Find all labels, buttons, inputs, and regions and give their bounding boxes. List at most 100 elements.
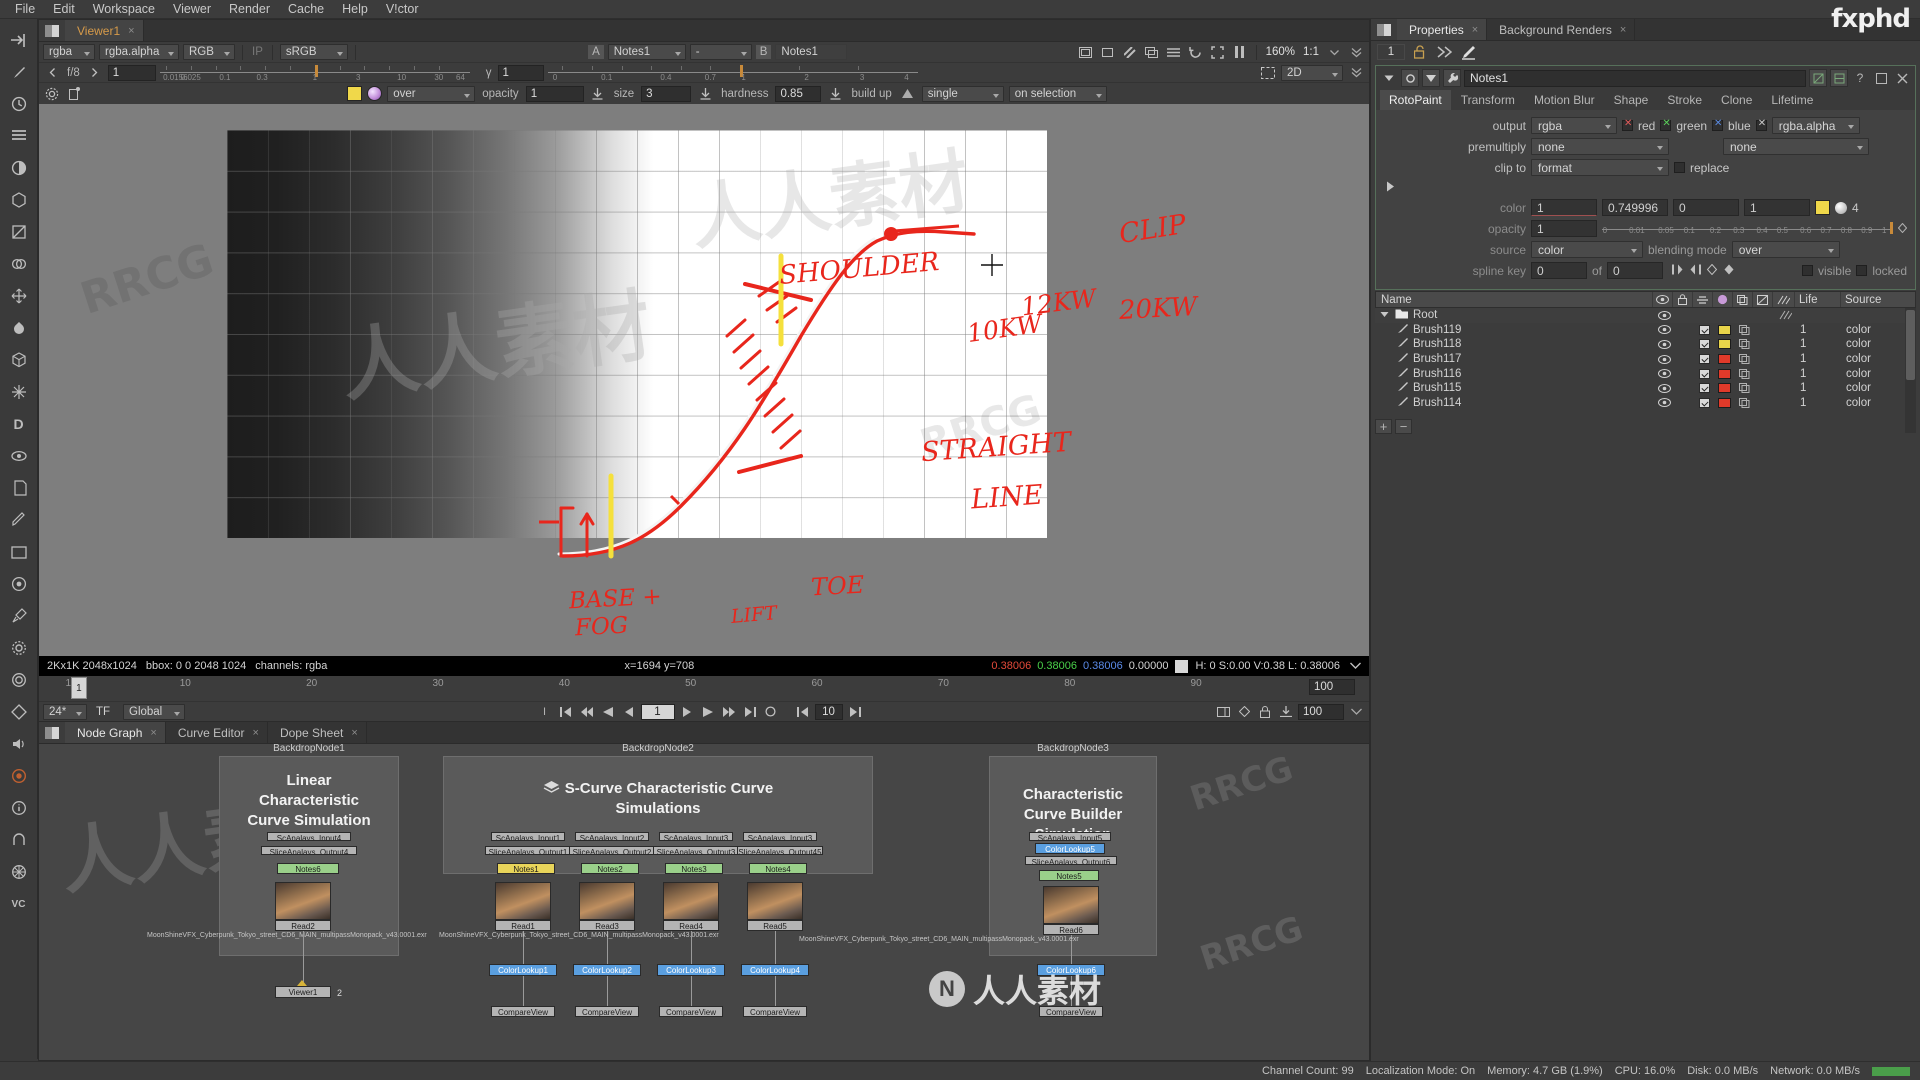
node-name-field[interactable]: Notes1: [1464, 69, 1806, 87]
row-lock[interactable]: [1674, 366, 1694, 381]
checkerboard-icon[interactable]: [1121, 43, 1139, 61]
gain-slider[interactable]: 0.0156 0.025 0.1 0.3 1 3 10 30 64: [159, 64, 470, 82]
key-prev-icon[interactable]: [1672, 264, 1684, 278]
alpha-checkbox[interactable]: [1755, 118, 1767, 131]
table-row[interactable]: Root: [1375, 308, 1916, 323]
cara-icon[interactable]: [6, 667, 32, 693]
node-read6[interactable]: Read6: [1043, 924, 1099, 935]
timeline-ruler[interactable]: 1 10 20 30 40 50 60 70 80 90 100 1 100: [39, 676, 1369, 702]
row-feather[interactable]: [1774, 323, 1796, 338]
node-read3[interactable]: Read3: [579, 920, 635, 931]
row-mb-checkbox[interactable]: [1698, 354, 1710, 365]
key-add-icon[interactable]: [1706, 263, 1718, 278]
fit-icon[interactable]: [1209, 43, 1227, 61]
row-color-chip[interactable]: [1717, 339, 1731, 350]
row-invert[interactable]: [1754, 381, 1774, 396]
gain-value[interactable]: 1: [107, 64, 156, 81]
node-read1-thumb[interactable]: [495, 882, 551, 920]
apply-to-combo[interactable]: on selection: [1008, 85, 1107, 102]
row-lock[interactable]: [1674, 396, 1694, 411]
row-mb[interactable]: [1694, 352, 1714, 367]
blink-icon[interactable]: [6, 315, 32, 341]
filter-icon[interactable]: [6, 187, 32, 213]
row-blend[interactable]: [1734, 352, 1754, 367]
row-feather[interactable]: [1774, 308, 1796, 323]
node-notes6[interactable]: Notes6: [277, 863, 339, 874]
row-mb[interactable]: [1694, 323, 1714, 338]
input-b-combo[interactable]: Notes1: [775, 44, 848, 60]
clipto-combo[interactable]: format: [1531, 159, 1669, 176]
prev-keyframe-icon[interactable]: [578, 703, 596, 721]
blending-combo[interactable]: over: [1731, 241, 1840, 258]
node-mask-icon[interactable]: [1422, 69, 1440, 87]
expand-arrow-icon[interactable]: [1380, 309, 1390, 321]
unlock-icon[interactable]: [1411, 43, 1429, 61]
menu-help[interactable]: Help: [333, 0, 377, 19]
channels-combo[interactable]: rgba: [43, 44, 95, 60]
key-del-icon[interactable]: [1723, 264, 1735, 278]
float-panel-icon[interactable]: [1872, 69, 1890, 87]
edit-pencil-icon[interactable]: [1459, 43, 1477, 61]
node-notes1[interactable]: Notes1: [497, 863, 555, 874]
step-forward-icon[interactable]: [678, 703, 696, 721]
premultiply-combo-2[interactable]: none: [1723, 138, 1869, 155]
opacity-handle[interactable]: [1890, 221, 1893, 234]
visible-checkbox[interactable]: [1801, 265, 1813, 276]
foreground-color-swatch[interactable]: [347, 86, 363, 101]
fullframe-icon[interactable]: [1214, 703, 1232, 721]
row-mb-checkbox[interactable]: [1698, 397, 1710, 408]
color-swatch[interactable]: [1815, 200, 1830, 215]
tab-clone[interactable]: Clone: [1712, 90, 1762, 110]
color-wheel-icon[interactable]: [367, 86, 383, 101]
ip-toggle[interactable]: IP: [250, 46, 265, 58]
node-colorlookup3[interactable]: ColorLookup3: [657, 964, 725, 976]
row-visible[interactable]: [1654, 308, 1674, 323]
toolsets-icon[interactable]: [6, 603, 32, 629]
opacity-anim-icon[interactable]: [1897, 222, 1908, 236]
refresh-icon[interactable]: [1187, 43, 1205, 61]
timeline-expand-icon[interactable]: [1347, 703, 1365, 721]
node-sliceanalays-output6[interactable]: SliceAnalays_Output6: [1025, 856, 1117, 865]
tab-motion-blur[interactable]: Motion Blur: [1524, 90, 1604, 110]
col-blend-icon[interactable]: [1733, 292, 1753, 307]
backdrop-node-2[interactable]: BackdropNode2 S-Curve Characteristic Cur…: [443, 744, 873, 874]
close-icon[interactable]: ×: [1620, 24, 1626, 36]
menu-render[interactable]: Render: [220, 0, 279, 19]
node-compareview1[interactable]: CompareView: [491, 1006, 555, 1017]
premultiply-combo[interactable]: none: [1531, 138, 1669, 155]
audio-icon[interactable]: [6, 731, 32, 757]
lock-range-icon[interactable]: [1256, 703, 1274, 721]
tab-lifetime[interactable]: Lifetime: [1762, 90, 1823, 110]
node-sliceanalays-output1[interactable]: SliceAnalays_Output1: [485, 846, 571, 855]
row-lock[interactable]: [1674, 337, 1694, 352]
gamma-value[interactable]: 1: [497, 64, 544, 81]
draw-icon[interactable]: [6, 507, 32, 533]
buildup-ramp-icon[interactable]: [899, 85, 917, 103]
row-invert[interactable]: [1754, 396, 1774, 411]
close-icon[interactable]: ×: [1472, 24, 1478, 36]
row-lock[interactable]: [1674, 323, 1694, 338]
roi-icon[interactable]: [1077, 43, 1095, 61]
node-read5[interactable]: Read5: [747, 920, 803, 931]
colorspace-combo[interactable]: sRGB: [279, 44, 348, 60]
row-invert[interactable]: [1754, 337, 1774, 352]
frame-fwd-icon[interactable]: [846, 703, 864, 721]
row-blend[interactable]: [1734, 337, 1754, 352]
col-name[interactable]: Name: [1376, 292, 1653, 307]
metadata-icon[interactable]: [6, 475, 32, 501]
row-mb-checkbox[interactable]: [1698, 383, 1710, 394]
play-backward-icon[interactable]: [599, 703, 617, 721]
panel-grip-icon[interactable]: [39, 20, 65, 41]
deep-icon[interactable]: D: [6, 411, 32, 437]
row-name-cell[interactable]: Brush117: [1375, 352, 1654, 367]
goto-end-icon[interactable]: [741, 703, 759, 721]
menu-edit[interactable]: Edit: [44, 0, 84, 19]
col-visible-icon[interactable]: [1653, 292, 1673, 307]
pressure-size-icon[interactable]: [589, 85, 607, 103]
col-lock-icon[interactable]: [1673, 292, 1693, 307]
menu-cache[interactable]: Cache: [279, 0, 333, 19]
node-scanalays-input3b[interactable]: ScAnalays_Input3: [743, 832, 817, 841]
dimension-combo[interactable]: 2D: [1281, 64, 1343, 81]
node-compareview4[interactable]: CompareView: [743, 1006, 807, 1017]
row-lock[interactable]: [1674, 352, 1694, 367]
